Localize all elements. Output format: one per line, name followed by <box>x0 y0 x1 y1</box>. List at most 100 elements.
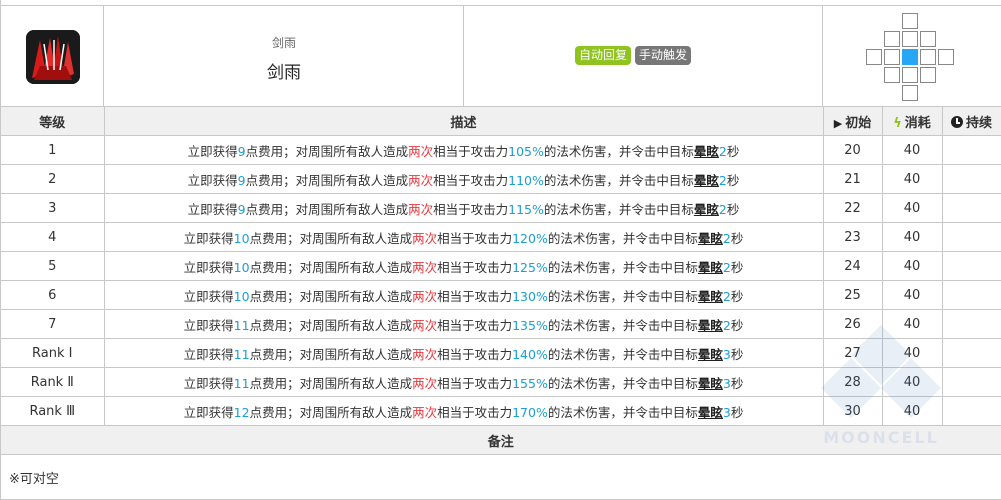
damage-multiplier: 115% <box>508 201 544 217</box>
range-tile <box>884 31 900 47</box>
clock-icon <box>950 115 963 128</box>
skill-panel: 剑雨 剑雨 自动回复 手动触发 等级 描述 ▶ 初始 ϟ 消耗 持续 1 立即获… <box>0 0 1001 500</box>
stun-duration: 2 <box>722 259 731 275</box>
sp-gain-value: 9 <box>237 143 246 159</box>
twice-keyword: 两次 <box>412 259 438 275</box>
description-header: 描述 <box>104 106 824 136</box>
level-cell: 4 <box>1 222 105 252</box>
description-cell: 立即获得10点费用；对周围所有敌人造成两次相当于攻击力125%的法术伤害，并令击… <box>104 251 824 281</box>
damage-multiplier: 130% <box>512 288 548 304</box>
twice-keyword: 两次 <box>412 346 438 362</box>
sp-cost-cell: 40 <box>882 280 943 310</box>
sp-cost-cell: 40 <box>882 164 943 194</box>
initial-sp-cell: 20 <box>823 135 883 165</box>
sword-rain-icon <box>26 30 80 84</box>
duration-cell <box>942 367 1001 397</box>
stun-keyword: 晕眩 <box>697 317 723 333</box>
table-row: 2 立即获得9点费用；对周围所有敌人造成两次相当于攻击力110%的法术伤害，并令击… <box>1 164 1001 194</box>
table-row: Rank Ⅱ 立即获得11点费用；对周围所有敌人造成两次相当于攻击力155%的法术… <box>1 367 1001 397</box>
twice-keyword: 两次 <box>412 317 438 333</box>
sp-gain-value: 12 <box>233 404 250 420</box>
stun-duration: 2 <box>718 143 727 159</box>
duration-cell <box>942 222 1001 252</box>
sp-cost-cell: 40 <box>882 309 943 339</box>
damage-multiplier: 110% <box>508 172 544 188</box>
description-cell: 立即获得11点费用；对周围所有敌人造成两次相当于攻击力140%的法术伤害，并令击… <box>104 338 824 368</box>
stun-duration: 3 <box>722 404 731 420</box>
attack-range-grid <box>865 13 955 103</box>
sp-type-badge: 自动回复 <box>575 46 632 65</box>
damage-multiplier: 120% <box>512 230 548 246</box>
attack-range-cell <box>823 6 1001 107</box>
description-cell: 立即获得9点费用；对周围所有敌人造成两次相当于攻击力110%的法术伤害，并令击中… <box>104 164 824 194</box>
level-header: 等级 <box>1 106 105 136</box>
twice-keyword: 两次 <box>412 230 438 246</box>
stun-keyword: 晕眩 <box>697 230 723 246</box>
stun-duration: 3 <box>722 346 731 362</box>
sp-cost-cell: 40 <box>882 251 943 281</box>
stun-duration: 2 <box>718 172 727 188</box>
sp-gain-value: 11 <box>233 317 250 333</box>
stun-duration: 2 <box>722 288 731 304</box>
damage-multiplier: 170% <box>512 404 548 420</box>
skill-icon-cell <box>1 6 104 107</box>
initial-sp-cell: 30 <box>823 396 883 426</box>
table-row: 7 立即获得11点费用；对周围所有敌人造成两次相当于攻击力135%的法术伤害，并令… <box>1 309 1001 339</box>
stun-keyword: 晕眩 <box>697 259 723 275</box>
skill-level-table: 等级 描述 ▶ 初始 ϟ 消耗 持续 1 立即获得9点费用；对周围所有敌人造成两次相当… <box>1 106 1001 500</box>
play-icon: ▶ <box>833 116 843 130</box>
skill-name: 剑雨 <box>267 63 301 83</box>
table-row: Rank Ⅲ 立即获得12点费用；对周围所有敌人造成两次相当于攻击力170%的法术… <box>1 396 1001 426</box>
stun-keyword: 晕眩 <box>697 404 723 420</box>
initial-sp-cell: 23 <box>823 222 883 252</box>
sp-gain-value: 10 <box>233 259 250 275</box>
duration-header: 持续 <box>942 106 1001 136</box>
range-self-tile <box>902 49 918 65</box>
duration-cell <box>942 280 1001 310</box>
stun-duration: 2 <box>722 230 731 246</box>
sp-gain-value: 11 <box>233 346 250 362</box>
range-tile <box>884 49 900 65</box>
sp-cost-cell: 40 <box>882 338 943 368</box>
range-tile <box>902 13 918 29</box>
table-row: 6 立即获得10点费用；对周围所有敌人造成两次相当于攻击力130%的法术伤害，并令… <box>1 280 1001 310</box>
description-cell: 立即获得10点费用；对周围所有敌人造成两次相当于攻击力120%的法术伤害，并令击… <box>104 222 824 252</box>
skill-name-small: 剑雨 <box>271 36 296 50</box>
sp-cost-cell: 40 <box>882 367 943 397</box>
duration-cell <box>942 338 1001 368</box>
level-cell: 6 <box>1 280 105 310</box>
skill-header: 剑雨 剑雨 自动回复 手动触发 <box>1 5 1001 107</box>
level-cell: 5 <box>1 251 105 281</box>
twice-keyword: 两次 <box>408 201 434 217</box>
sp-gain-value: 9 <box>237 201 246 217</box>
duration-cell <box>942 251 1001 281</box>
bolt-icon: ϟ <box>893 115 902 131</box>
level-cell: 7 <box>1 309 105 339</box>
table-row: 1 立即获得9点费用；对周围所有敌人造成两次相当于攻击力105%的法术伤害，并令击… <box>1 135 1001 165</box>
range-tile <box>920 67 936 83</box>
stun-keyword: 晕眩 <box>697 288 723 304</box>
level-cell: Rank Ⅱ <box>1 367 105 397</box>
table-row: Rank Ⅰ 立即获得11点费用；对周围所有敌人造成两次相当于攻击力140%的法术… <box>1 338 1001 368</box>
range-tile <box>938 49 954 65</box>
damage-multiplier: 125% <box>512 259 548 275</box>
stun-duration: 2 <box>718 201 727 217</box>
range-tile <box>920 49 936 65</box>
description-cell: 立即获得11点费用；对周围所有敌人造成两次相当于攻击力155%的法术伤害，并令击… <box>104 367 824 397</box>
description-cell: 立即获得9点费用；对周围所有敌人造成两次相当于攻击力115%的法术伤害，并令击中… <box>104 193 824 223</box>
range-tile <box>866 49 882 65</box>
trigger-type-badge: 手动触发 <box>635 46 692 65</box>
stun-keyword: 晕眩 <box>693 143 719 159</box>
damage-multiplier: 140% <box>512 346 548 362</box>
sp-gain-value: 10 <box>233 230 250 246</box>
level-cell: Rank Ⅰ <box>1 338 105 368</box>
stun-keyword: 晕眩 <box>697 346 723 362</box>
level-cell: Rank Ⅲ <box>1 396 105 426</box>
stun-keyword: 晕眩 <box>693 201 719 217</box>
range-tile <box>884 67 900 83</box>
description-cell: 立即获得9点费用；对周围所有敌人造成两次相当于攻击力105%的法术伤害，并令击中… <box>104 135 824 165</box>
duration-cell <box>942 309 1001 339</box>
range-tile <box>920 31 936 47</box>
initial-sp-cell: 24 <box>823 251 883 281</box>
initial-sp-cell: 28 <box>823 367 883 397</box>
